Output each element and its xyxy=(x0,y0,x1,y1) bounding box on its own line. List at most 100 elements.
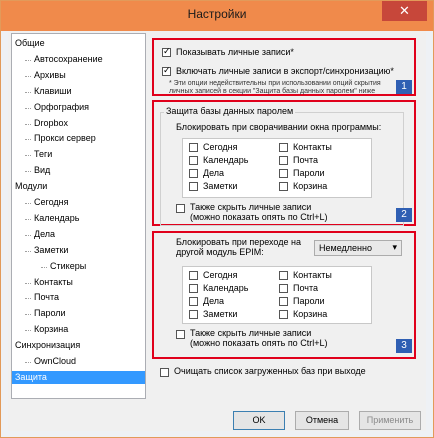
minimize-module-checkbox[interactable] xyxy=(279,182,288,191)
switch-module-checkbox[interactable] xyxy=(279,310,288,319)
show-private-label: Показывать личные записи* xyxy=(176,47,294,57)
switch-module-label: Заметки xyxy=(203,309,238,319)
lock-delay-select[interactable]: Немедленно ▾ xyxy=(314,240,402,256)
tree-connector xyxy=(25,282,31,284)
settings-tree[interactable]: Общие Автосохранение Архивы Клавиши Орфограф… xyxy=(11,33,146,399)
tree-item[interactable]: Защита xyxy=(12,370,145,384)
tree-item[interactable]: Модули xyxy=(15,180,47,193)
ok-button[interactable]: OK xyxy=(233,411,285,430)
switch-module-label: Сегодня xyxy=(203,270,238,280)
show-private-checkbox[interactable] xyxy=(162,46,171,57)
lock-on-switch-label-2: другой модуль EPIM: xyxy=(176,247,264,257)
tree-connector xyxy=(25,330,31,332)
switch-module-checkbox[interactable] xyxy=(189,284,198,293)
minimize-module-checkbox[interactable] xyxy=(189,182,198,191)
tree-item[interactable]: Прокси сервер xyxy=(34,132,96,145)
tree-item[interactable]: Заметки xyxy=(34,244,68,257)
tree-item[interactable]: Общие xyxy=(15,37,45,50)
apply-button[interactable]: Применить xyxy=(359,411,421,430)
section-badge-2: 2 xyxy=(396,208,412,222)
switch-module-checkbox[interactable] xyxy=(279,271,288,280)
tree-item[interactable]: Теги xyxy=(34,148,52,161)
switch-module-checkbox[interactable] xyxy=(189,310,198,319)
switch-module-label: Дела xyxy=(203,296,225,306)
tree-item[interactable]: Сегодня xyxy=(34,196,69,209)
section-badge-1: 1 xyxy=(396,80,412,94)
settings-window: Настройки ✕ Общие Автосохранение Архивы Кла… xyxy=(0,0,434,438)
hide-private-checkbox-2[interactable] xyxy=(176,204,185,213)
tree-connector xyxy=(25,91,31,93)
section-module-switch: Блокировать при переходе на другой модул… xyxy=(152,231,416,359)
clear-list-checkbox[interactable] xyxy=(160,368,169,377)
section-badge-3: 3 xyxy=(396,339,412,353)
hide-private-label-2: Также скрыть личные записи xyxy=(190,202,312,212)
minimize-module-checkbox[interactable] xyxy=(189,156,198,165)
tree-connector xyxy=(25,218,31,220)
include-private-checkbox[interactable] xyxy=(162,65,171,76)
tree-connector xyxy=(25,155,31,157)
tree-item[interactable]: Вид xyxy=(34,164,50,177)
note-line-2: личных записей в секции "Защита базы дан… xyxy=(169,88,376,95)
minimize-module-label: Почта xyxy=(293,155,318,165)
minimize-module-checkbox[interactable] xyxy=(189,143,198,152)
tree-item[interactable]: Автосохранение xyxy=(34,53,103,66)
tree-connector xyxy=(25,203,31,204)
minimize-module-label: Корзина xyxy=(293,181,328,191)
window-title: Настройки xyxy=(187,7,247,21)
tree-item[interactable]: Орфография xyxy=(34,101,89,114)
tree-item[interactable]: Клавиши xyxy=(34,85,72,98)
minimize-module-label: Пароли xyxy=(293,168,325,178)
tree-item[interactable]: Dropbox xyxy=(34,117,68,130)
close-icon[interactable]: ✕ xyxy=(382,1,427,21)
lock-delay-value: Немедленно xyxy=(319,243,372,253)
minimize-module-checkbox[interactable] xyxy=(189,169,198,178)
switch-module-checkbox[interactable] xyxy=(279,297,288,306)
tree-item[interactable]: Синхронизация xyxy=(15,339,80,352)
tree-item[interactable]: Календарь xyxy=(34,212,79,225)
switch-module-label: Пароли xyxy=(293,296,325,306)
title-bar: Настройки ✕ xyxy=(1,1,433,31)
tree-item[interactable]: Пароли xyxy=(34,307,66,320)
tree-item[interactable]: Корзина xyxy=(34,323,68,336)
lock-on-switch-label-1: Блокировать при переходе на xyxy=(176,237,301,247)
minimize-module-checkbox[interactable] xyxy=(279,143,288,152)
minimize-module-checkbox[interactable] xyxy=(279,169,288,178)
tree-connector xyxy=(25,107,31,109)
switch-module-label: Календарь xyxy=(203,283,249,293)
tree-connector xyxy=(25,362,31,363)
tree-item[interactable]: Контакты xyxy=(34,276,73,289)
tree-item[interactable]: Архивы xyxy=(34,69,66,82)
minimize-module-label: Контакты xyxy=(293,142,332,152)
tree-connector xyxy=(25,75,31,77)
tree-item[interactable]: Почта xyxy=(34,291,59,304)
switch-modules-list: Сегодня Календарь Дела Заметки Контакты Почта… xyxy=(182,266,372,324)
lock-on-minimize-label: Блокировать при сворачивании окна програ… xyxy=(176,122,382,132)
minimize-module-label: Сегодня xyxy=(203,142,238,152)
switch-module-label: Почта xyxy=(293,283,318,293)
minimize-module-label: Календарь xyxy=(203,155,249,165)
section-password-protection: Защита базы данных паролем Блокировать п… xyxy=(152,100,416,226)
tree-item[interactable]: OwnCloud xyxy=(34,355,76,368)
tree-item[interactable]: Стикеры xyxy=(50,260,86,273)
switch-module-checkbox[interactable] xyxy=(189,271,198,280)
tree-connector xyxy=(25,250,31,252)
note-line-1: * Эти опции недействительны при использо… xyxy=(169,80,381,87)
switch-module-label: Корзина xyxy=(293,309,328,319)
minimize-module-checkbox[interactable] xyxy=(279,156,288,165)
tree-connector xyxy=(25,59,31,61)
tree-item[interactable]: Дела xyxy=(34,228,55,241)
hide-private-checkbox-3[interactable] xyxy=(176,330,185,339)
minimize-module-label: Дела xyxy=(203,168,225,178)
switch-module-checkbox[interactable] xyxy=(279,284,288,293)
switch-module-checkbox[interactable] xyxy=(189,297,198,306)
hide-private-label-3: Также скрыть личные записи xyxy=(190,328,312,338)
chevron-down-icon: ▾ xyxy=(392,242,397,252)
switch-module-label: Контакты xyxy=(293,270,332,280)
tree-connector xyxy=(25,298,31,300)
include-private-label: Включать личные записи в экспорт/синхрон… xyxy=(176,66,394,76)
minimize-modules-list: Сегодня Календарь Дела Заметки Контакты Почта… xyxy=(182,138,372,198)
tree-connector xyxy=(25,123,31,125)
clear-list-label: Очищать список загруженных баз при выход… xyxy=(174,366,366,376)
hide-private-hint-3: (можно показать опять по Ctrl+L) xyxy=(190,338,328,348)
cancel-button[interactable]: Отмена xyxy=(295,411,349,430)
